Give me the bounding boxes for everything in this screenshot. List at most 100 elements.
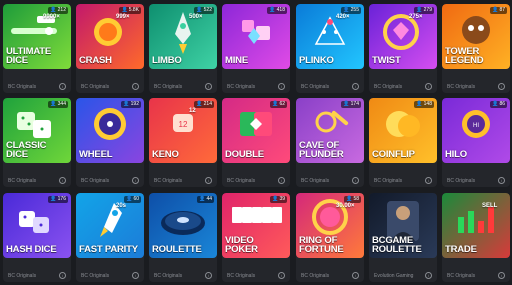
info-icon[interactable]: i [278, 272, 285, 279]
game-card[interactable]: 👤 174 CAVE OF PLUNDER BC Originals i [296, 98, 364, 187]
game-thumbnail[interactable]: HI 👤 86 HILO [442, 98, 510, 163]
provider-label: BC Originals [81, 273, 110, 279]
players-badge: 👤 62 [270, 101, 287, 108]
player-icon: 👤 [199, 196, 206, 202]
game-card[interactable]: 👤 418 MINE BC Originals i [222, 4, 290, 93]
game-thumbnail[interactable]: 👤 255 420× PLINKO [296, 4, 364, 69]
game-thumbnail[interactable]: 👤 44 ROULETTE [149, 193, 217, 258]
info-icon[interactable]: i [352, 83, 359, 90]
info-icon[interactable]: i [425, 272, 432, 279]
game-title: LIMBO [152, 55, 182, 66]
player-icon: 👤 [196, 101, 203, 107]
game-thumbnail[interactable]: 👤 212 9900× ULTIMATE DICE [3, 4, 71, 69]
game-card[interactable]: 👤 60 20s FAST PARITY BC Originals i [76, 193, 144, 282]
game-card[interactable]: SELL TRADE BC Originals i [442, 193, 510, 282]
info-icon[interactable]: i [425, 83, 432, 90]
player-icon: 👤 [126, 196, 133, 202]
players-badge: 👤 87 [490, 7, 507, 14]
game-title: VIDEO POKER [225, 235, 258, 255]
players-count: 279 [423, 7, 432, 13]
game-thumbnail[interactable]: 👤 279 275× TWIST [369, 4, 437, 69]
game-card[interactable]: 👤 62 DOUBLE BC Originals i [222, 98, 290, 187]
game-thumbnail[interactable]: 👤 58 30.00× RING OF FORTUNE [296, 193, 364, 258]
info-icon[interactable]: i [205, 272, 212, 279]
info-icon[interactable]: i [205, 83, 212, 90]
multiplier-badge: SELL [482, 203, 498, 209]
game-card[interactable]: 12 👤 214 12 KENO BC Originals i [149, 98, 217, 187]
info-icon[interactable]: i [205, 177, 212, 184]
provider-label: BC Originals [154, 273, 183, 279]
game-card[interactable]: 👤 255 420× PLINKO BC Originals i [296, 4, 364, 93]
game-thumbnail[interactable]: 👤 418 MINE [222, 4, 290, 69]
game-card[interactable]: 👤 58 30.00× RING OF FORTUNE BC Originals i [296, 193, 364, 282]
game-thumbnail[interactable]: 👤 522 500× LIMBO [149, 4, 217, 69]
game-art [240, 112, 272, 136]
game-card[interactable]: HI 👤 86 HILO BC Originals i [442, 98, 510, 187]
game-thumbnail[interactable]: 👤 87 TOWER LEGEND [442, 4, 510, 69]
players-count: 44 [206, 196, 212, 202]
info-icon[interactable]: i [59, 177, 66, 184]
game-card[interactable]: 👤 148 COINFLIP BC Originals i [369, 98, 437, 187]
info-icon[interactable]: i [278, 177, 285, 184]
game-thumbnail[interactable]: 👤 39 VIDEO POKER [222, 193, 290, 258]
game-card[interactable]: 👤 344 CLASSIC DICE BC Originals i [3, 98, 71, 187]
game-card[interactable]: 👤 522 500× LIMBO BC Originals i [149, 4, 217, 93]
multiplier-badge: 275× [409, 14, 423, 20]
info-icon[interactable]: i [132, 272, 139, 279]
game-card[interactable]: 👤 87 TOWER LEGEND BC Originals i [442, 4, 510, 93]
info-icon[interactable]: i [498, 272, 505, 279]
game-card[interactable]: 👤 39 VIDEO POKER BC Originals i [222, 193, 290, 282]
game-card[interactable]: 👤 44 ROULETTE BC Originals i [149, 193, 217, 282]
game-thumbnail[interactable]: 👤 344 CLASSIC DICE [3, 98, 71, 163]
game-thumbnail[interactable]: 👤 148 COINFLIP [369, 98, 437, 163]
provider-label: BC Originals [154, 84, 183, 90]
info-icon[interactable]: i [498, 83, 505, 90]
game-title: CAVE OF PLUNDER [299, 140, 344, 160]
provider-label: BC Originals [301, 84, 330, 90]
game-thumbnail[interactable]: 👤 5.8K 999× CRASH [76, 4, 144, 69]
player-icon: 👤 [343, 7, 350, 13]
game-thumbnail[interactable]: 👤 192 WHEEL [76, 98, 144, 163]
players-badge: 👤 174 [341, 101, 361, 108]
players-badge: 👤 44 [197, 196, 214, 203]
info-icon[interactable]: i [425, 177, 432, 184]
multiplier-badge: 12 [189, 108, 196, 114]
players-badge: 👤 86 [490, 101, 507, 108]
provider-label: BC Originals [227, 84, 256, 90]
info-icon[interactable]: i [132, 177, 139, 184]
game-card[interactable]: 👤 279 275× TWIST BC Originals i [369, 4, 437, 93]
game-thumbnail[interactable]: 👤 60 20s FAST PARITY [76, 193, 144, 258]
game-card[interactable]: 👤 5.8K 999× CRASH BC Originals i [76, 4, 144, 93]
info-icon[interactable]: i [352, 272, 359, 279]
game-thumbnail[interactable]: 👤 174 CAVE OF PLUNDER [296, 98, 364, 163]
players-count: 418 [276, 7, 285, 13]
game-thumbnail[interactable]: 👤 176 HASH DICE [3, 193, 71, 258]
info-icon[interactable]: i [59, 83, 66, 90]
info-icon[interactable]: i [498, 177, 505, 184]
game-card[interactable]: 👤 176 HASH DICE BC Originals i [3, 193, 71, 282]
players-count: 62 [279, 101, 285, 107]
game-card[interactable]: 👤 192 WHEEL BC Originals i [76, 98, 144, 187]
players-badge: 👤 60 [124, 196, 141, 203]
game-title: MINE [225, 55, 248, 66]
provider-label: BC Originals [81, 178, 110, 184]
game-card[interactable]: 👤 212 9900× ULTIMATE DICE BC Originals i [3, 4, 71, 93]
game-card[interactable]: BCGAME ROULETTE Evolution Gaming i [369, 193, 437, 282]
provider-label: BC Originals [447, 178, 476, 184]
info-icon[interactable]: i [278, 83, 285, 90]
players-count: 212 [57, 7, 66, 13]
game-title: KENO [152, 149, 179, 160]
game-thumbnail[interactable]: SELL TRADE [442, 193, 510, 258]
game-thumbnail[interactable]: BCGAME ROULETTE [369, 193, 437, 258]
info-icon[interactable]: i [352, 177, 359, 184]
player-icon: 👤 [416, 101, 423, 107]
game-art [94, 108, 126, 140]
game-title: TWIST [372, 55, 401, 66]
info-icon[interactable]: i [59, 272, 66, 279]
players-badge: 👤 192 [121, 101, 141, 108]
players-badge: 👤 344 [48, 101, 68, 108]
game-thumbnail[interactable]: 👤 62 DOUBLE [222, 98, 290, 163]
info-icon[interactable]: i [132, 83, 139, 90]
game-thumbnail[interactable]: 12 👤 214 12 KENO [149, 98, 217, 163]
game-title: BCGAME ROULETTE [372, 235, 422, 255]
